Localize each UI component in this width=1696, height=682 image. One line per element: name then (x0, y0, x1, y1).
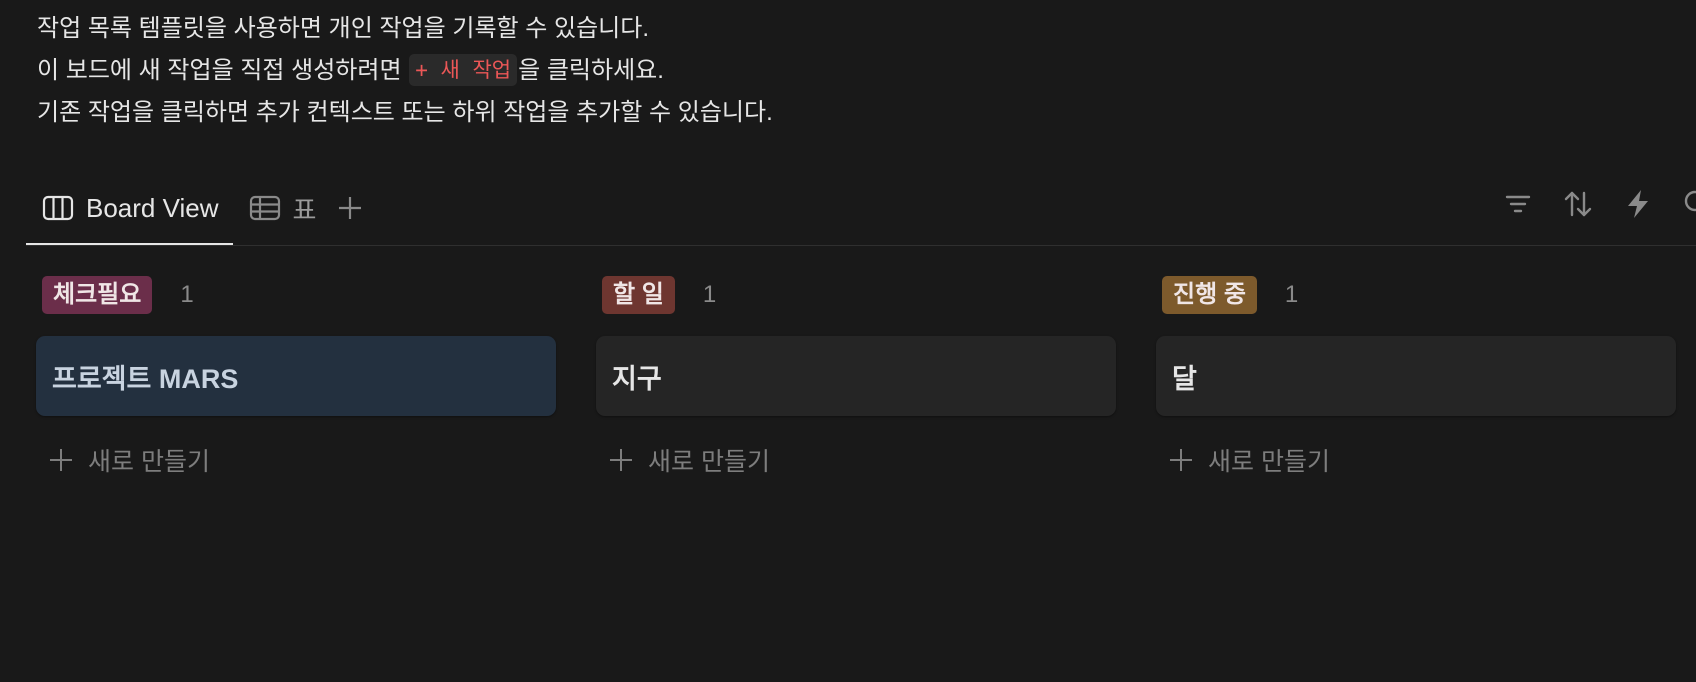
board-column-check: 체크필요 1 프로젝트 MARS 새로 만들기 (36, 274, 556, 482)
card-count: 1 (180, 281, 194, 308)
card-count: 1 (702, 281, 717, 308)
new-item-label: 새로 만들기 (1208, 448, 1330, 476)
intro-line-2-after: 을 클릭하세요. (518, 57, 664, 84)
tab-table[interactable]: 표 (233, 180, 331, 236)
status-badge[interactable]: 체크필요 (42, 276, 153, 314)
intro-line-2: 이 보드에 새 작업을 직접 생성하려면 + 새 작업 을 클릭하세요. (37, 50, 773, 92)
tab-board-view-label: Board View (86, 192, 219, 223)
sort-icon (1564, 191, 1592, 217)
board-icon (42, 192, 74, 224)
status-badge[interactable]: 할 일 (602, 276, 675, 314)
column-header: 진행 중 1 (1156, 274, 1676, 316)
sort-button[interactable] (1560, 186, 1596, 222)
search-icon (1684, 190, 1696, 212)
tab-table-label: 표 (292, 194, 317, 225)
plus-icon (608, 446, 636, 474)
plus-icon (339, 197, 362, 219)
search-button[interactable] (1680, 186, 1696, 222)
status-badge[interactable]: 진행 중 (1162, 276, 1257, 314)
new-item-button[interactable]: 새로 만들기 (36, 438, 556, 482)
tab-board-view[interactable]: Board View (26, 180, 233, 246)
column-header: 할 일 1 (596, 274, 1116, 316)
new-item-label: 새로 만들기 (88, 448, 210, 476)
plus-icon (1168, 446, 1196, 474)
board-column-in-progress: 진행 중 1 달 새로 만들기 (1156, 274, 1676, 482)
card-count: 1 (1284, 281, 1299, 308)
intro-line-3: 기존 작업을 클릭하면 추가 컨텍스트 또는 하위 작업을 추가할 수 있습니다… (37, 99, 773, 126)
board-card[interactable]: 달 (1156, 336, 1676, 416)
column-header: 체크필요 1 (36, 274, 556, 316)
table-icon (249, 192, 281, 224)
tab-divider (26, 245, 1696, 246)
intro-text: 작업 목록 템플릿을 사용하면 개인 작업을 기록할 수 있습니다. 이 보드에… (37, 8, 773, 134)
intro-line-2-before: 이 보드에 새 작업을 직접 생성하려면 (37, 57, 409, 84)
filter-button[interactable] (1500, 186, 1536, 222)
view-toolbar (1500, 186, 1696, 222)
new-item-label: 새로 만들기 (648, 448, 770, 476)
page: 작업 목록 템플릿을 사용하면 개인 작업을 기록할 수 있습니다. 이 보드에… (0, 0, 1696, 682)
filter-icon (1505, 195, 1531, 213)
add-view-button[interactable] (330, 180, 370, 236)
board-card[interactable]: 지구 (596, 336, 1116, 416)
new-item-button[interactable]: 새로 만들기 (1156, 438, 1676, 482)
view-tabs: Board View 표 (26, 180, 370, 246)
board-card[interactable]: 프로젝트 MARS (36, 336, 556, 416)
plus-icon (48, 446, 76, 474)
automation-button[interactable] (1620, 186, 1656, 222)
board-column-todo: 할 일 1 지구 새로 만들기 (596, 274, 1116, 482)
automation-icon (1628, 190, 1648, 218)
new-task-inline-code: + 새 작업 (409, 54, 518, 86)
intro-line-1: 작업 목록 템플릿을 사용하면 개인 작업을 기록할 수 있습니다. (37, 15, 650, 42)
new-item-button[interactable]: 새로 만들기 (596, 438, 1116, 482)
